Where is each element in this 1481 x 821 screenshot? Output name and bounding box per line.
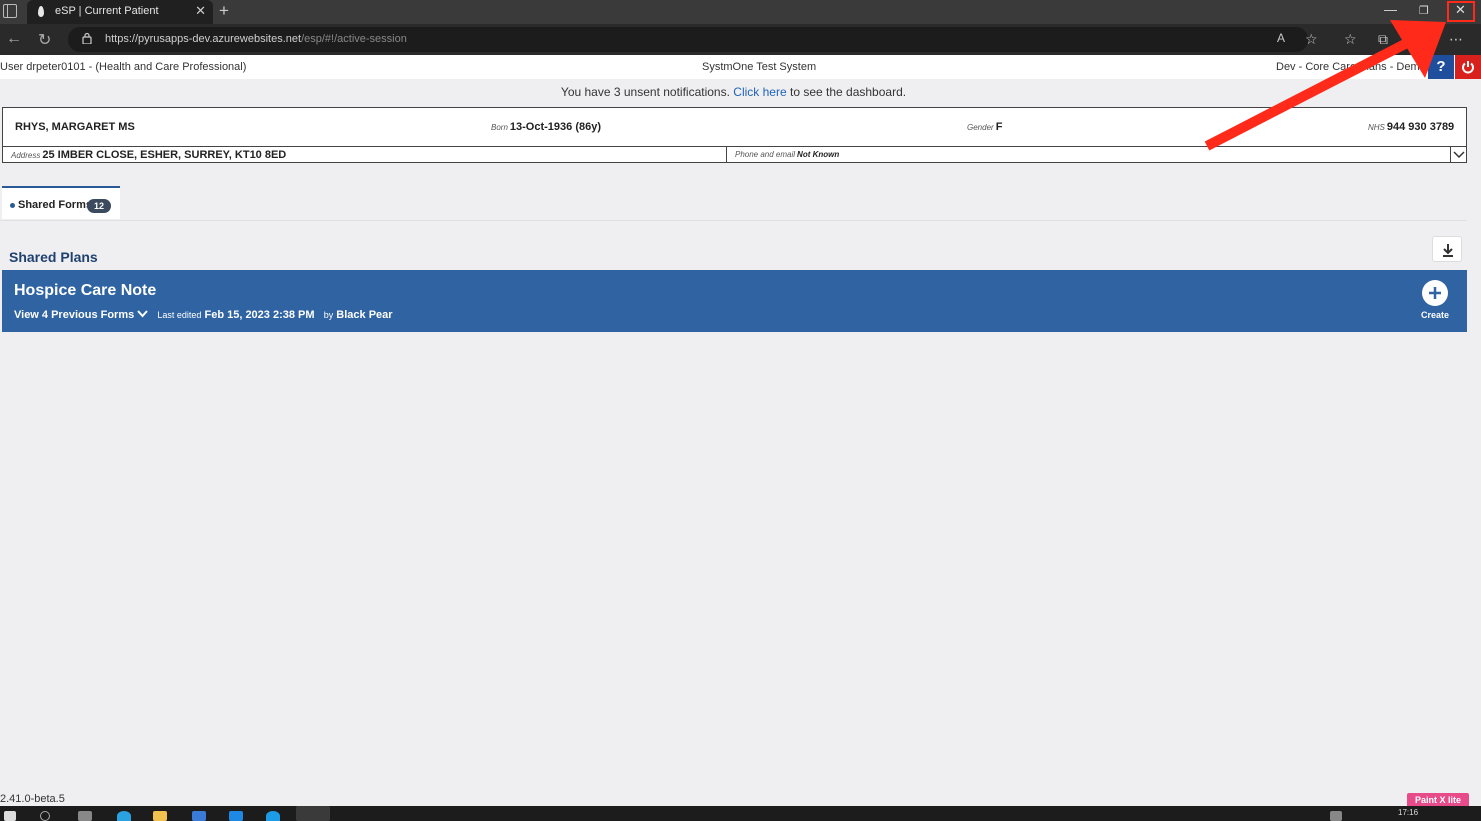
- plus-icon: [1423, 281, 1447, 305]
- download-button[interactable]: [1432, 236, 1462, 262]
- logout-button[interactable]: [1455, 55, 1481, 79]
- app-icon[interactable]: [192, 811, 206, 821]
- expand-banner-button[interactable]: [1450, 147, 1466, 163]
- restore-icon[interactable]: ❐: [1419, 4, 1429, 17]
- plan-title: Hospice Care Note: [14, 282, 157, 299]
- patient-gender: Gender F: [967, 121, 1002, 133]
- read-aloud-icon[interactable]: A: [1277, 31, 1285, 45]
- url-path: /esp/#!/active-session: [301, 33, 407, 45]
- chevron-down-icon[interactable]: [137, 310, 149, 318]
- active-dot-icon: [10, 203, 15, 208]
- favorites-icon[interactable]: ☆: [1344, 31, 1357, 48]
- patient-phone: Phone and email Not Known: [735, 150, 839, 159]
- collections-icon[interactable]: ⧉: [1378, 31, 1388, 48]
- tab-shared-forms[interactable]: Shared Forms 12: [2, 186, 120, 219]
- environment-name: Dev - Core Care Plans - Demo: [1276, 61, 1426, 73]
- nhs-value: 944 930 3789: [1386, 121, 1455, 133]
- view-previous-forms-link[interactable]: View 4 Previous Forms: [14, 309, 134, 321]
- start-icon[interactable]: [4, 811, 16, 821]
- section-title: Shared Plans: [9, 249, 98, 265]
- gender-value: F: [995, 121, 1003, 133]
- author-name: Black Pear: [336, 309, 393, 321]
- notification-suffix: to see the dashboard.: [789, 85, 907, 99]
- reload-icon[interactable]: ↻: [38, 30, 51, 50]
- close-highlight-box: [1447, 1, 1475, 22]
- notification-text: You have 3 unsent notifications.: [560, 85, 730, 99]
- born-value: 13-Oct-1936 (86y): [509, 121, 602, 133]
- patient-banner: RHYS, MARGARET MS Born 13-Oct-1936 (86y) …: [2, 107, 1467, 163]
- gender-label: Gender: [967, 123, 994, 132]
- task-view-icon[interactable]: [78, 811, 92, 821]
- patient-address: Address 25 IMBER CLOSE, ESHER, SURREY, KT…: [11, 149, 286, 161]
- url-host: https://pyrusapps-dev.azurewebsites.net: [105, 33, 302, 45]
- count-badge: 12: [87, 199, 112, 213]
- by-label: by: [323, 310, 334, 320]
- file-explorer-icon[interactable]: [153, 811, 167, 821]
- chevron-down-icon: [1453, 151, 1465, 159]
- patient-dob: Born 13-Oct-1936 (86y): [491, 121, 601, 133]
- app-version: 2.41.0-beta.5: [0, 793, 65, 805]
- favicon-icon: [38, 6, 44, 17]
- tab-label: Shared Forms: [18, 199, 92, 211]
- born-label: Born: [491, 123, 508, 132]
- contact-divider: [726, 147, 727, 163]
- current-user: User drpeter0101 - (Health and Care Prof…: [0, 61, 247, 73]
- patient-name: RHYS, MARGARET MS: [15, 121, 135, 133]
- minimize-icon[interactable]: —: [1384, 2, 1397, 17]
- download-icon: [1443, 244, 1453, 257]
- browser-tab-bar: eSP | Current Patient ✕ + — ❐ ✕: [0, 0, 1481, 24]
- power-icon: [1462, 61, 1474, 74]
- browser-address-bar: ← ↻ https://pyrusapps-dev.azurewebsites.…: [0, 24, 1481, 55]
- address-label: Address: [11, 151, 41, 160]
- back-icon[interactable]: ←: [6, 30, 22, 48]
- taskbar-clock: 17:16: [1398, 808, 1419, 817]
- help-button[interactable]: ?: [1428, 55, 1454, 79]
- address-value: 25 IMBER CLOSE, ESHER, SURREY, KT10 8ED: [42, 149, 287, 161]
- lock-icon: [82, 32, 92, 44]
- url-field[interactable]: https://pyrusapps-dev.azurewebsites.net/…: [68, 27, 1308, 52]
- phone-value: Not Known: [797, 150, 840, 159]
- plan-card-hospice-care-note[interactable]: Hospice Care Note View 4 Previous Forms …: [2, 270, 1467, 332]
- create-button[interactable]: [1422, 280, 1448, 306]
- last-edited-label: Last edited: [157, 310, 202, 320]
- browser-tab-title: eSP | Current Patient: [55, 5, 159, 17]
- mail-icon[interactable]: [229, 811, 243, 821]
- notification-bar: You have 3 unsent notifications. Click h…: [0, 85, 1467, 99]
- nhs-label: NHS: [1368, 123, 1385, 132]
- system-name: SystmOne Test System: [702, 61, 817, 73]
- close-tab-icon[interactable]: ✕: [195, 3, 206, 19]
- dashboard-link[interactable]: Click here: [733, 85, 786, 99]
- create-label: Create: [1421, 310, 1450, 320]
- sidebar-toggle-icon[interactable]: [3, 4, 17, 18]
- phone-label: Phone and email: [735, 150, 796, 159]
- new-tab-icon[interactable]: +: [219, 1, 229, 21]
- tray-icon[interactable]: [1330, 811, 1342, 821]
- edge-icon[interactable]: [117, 811, 131, 821]
- last-edited-value: Feb 15, 2023 2:38 PM: [204, 309, 315, 321]
- windows-taskbar: 17:16: [0, 806, 1481, 821]
- patient-nhs-number: NHS 944 930 3789: [1368, 121, 1454, 133]
- tab-divider: [0, 220, 1467, 221]
- cloud-icon[interactable]: [266, 811, 280, 821]
- browser-tab-current-patient[interactable]: eSP | Current Patient ✕: [27, 0, 213, 24]
- active-app-icon[interactable]: [296, 806, 330, 821]
- patient-contact-row: Address 25 IMBER CLOSE, ESHER, SURREY, KT…: [3, 146, 1466, 163]
- search-icon[interactable]: [40, 811, 50, 821]
- app-header: User drpeter0101 - (Health and Care Prof…: [0, 55, 1481, 79]
- plan-meta: View 4 Previous Forms Last edited Feb 15…: [14, 309, 393, 321]
- more-menu-icon[interactable]: ⋯: [1449, 31, 1463, 48]
- add-favorite-icon[interactable]: ☆: [1305, 31, 1318, 48]
